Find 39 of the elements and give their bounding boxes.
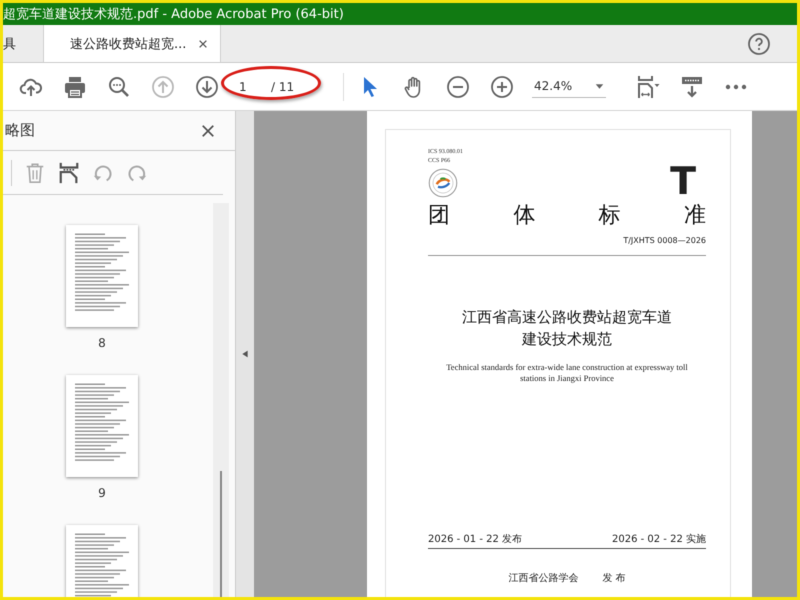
- print-icon[interactable]: [63, 74, 87, 98]
- publisher-name: 江西省公路学会: [508, 572, 578, 585]
- help-icon[interactable]: [747, 32, 771, 56]
- zoom-out-icon[interactable]: [446, 74, 470, 98]
- close-icon[interactable]: [201, 124, 215, 138]
- caret-icon: [595, 82, 604, 90]
- zoom-in-icon[interactable]: [490, 74, 514, 98]
- document-tab[interactable]: 速公路收费站超宽...: [43, 25, 221, 62]
- page-thumbnail[interactable]: [66, 225, 138, 327]
- insert-page-icon[interactable]: [58, 162, 80, 184]
- emblem-logo-icon: [428, 168, 458, 198]
- heading-character: 标: [598, 202, 621, 230]
- fit-page-icon[interactable]: [636, 74, 660, 98]
- effective-date: 2026 - 02 - 22 实施: [612, 532, 706, 546]
- issue-date: 2026 - 01 - 22 发布: [428, 533, 522, 546]
- heading-character: 准: [684, 202, 706, 230]
- page-number: 8: [98, 336, 106, 350]
- scroll-mode-icon[interactable]: [680, 74, 704, 98]
- publish-label: 发 布: [602, 572, 626, 585]
- page-number: 9: [98, 486, 106, 500]
- page-thumbnail[interactable]: [66, 525, 138, 597]
- page-count: / 11: [271, 80, 294, 94]
- page-thumbnail[interactable]: [66, 375, 138, 477]
- collapse-arrow-icon[interactable]: [241, 349, 249, 359]
- zoom-dropdown[interactable]: 42.4%: [532, 75, 606, 98]
- standard-letter: T: [670, 164, 696, 198]
- english-title: Technical standards for extra-wide lane construction at expressway toll stations in Jiangxi Province: [445, 362, 689, 384]
- window-title: 超宽车道建设技术规范.pdf - Adobe Acrobat Pro (64-bit): [3, 6, 344, 23]
- panel-title: 略图: [5, 121, 35, 140]
- document-title: 江西省高速公路收费站超宽车道 建设技术规范: [461, 307, 673, 350]
- search-icon[interactable]: [107, 74, 131, 98]
- scroll-thumb[interactable]: [220, 471, 222, 597]
- scrollbar[interactable]: [213, 203, 229, 597]
- standard-number: T/JXHTS 0008—2026: [622, 236, 706, 245]
- heading-character: 团: [428, 202, 450, 230]
- tools-tab[interactable]: 具: [3, 25, 43, 62]
- heading-character: 体: [513, 202, 536, 230]
- close-icon[interactable]: [198, 38, 208, 48]
- page-number-field[interactable]: 1: [235, 78, 265, 96]
